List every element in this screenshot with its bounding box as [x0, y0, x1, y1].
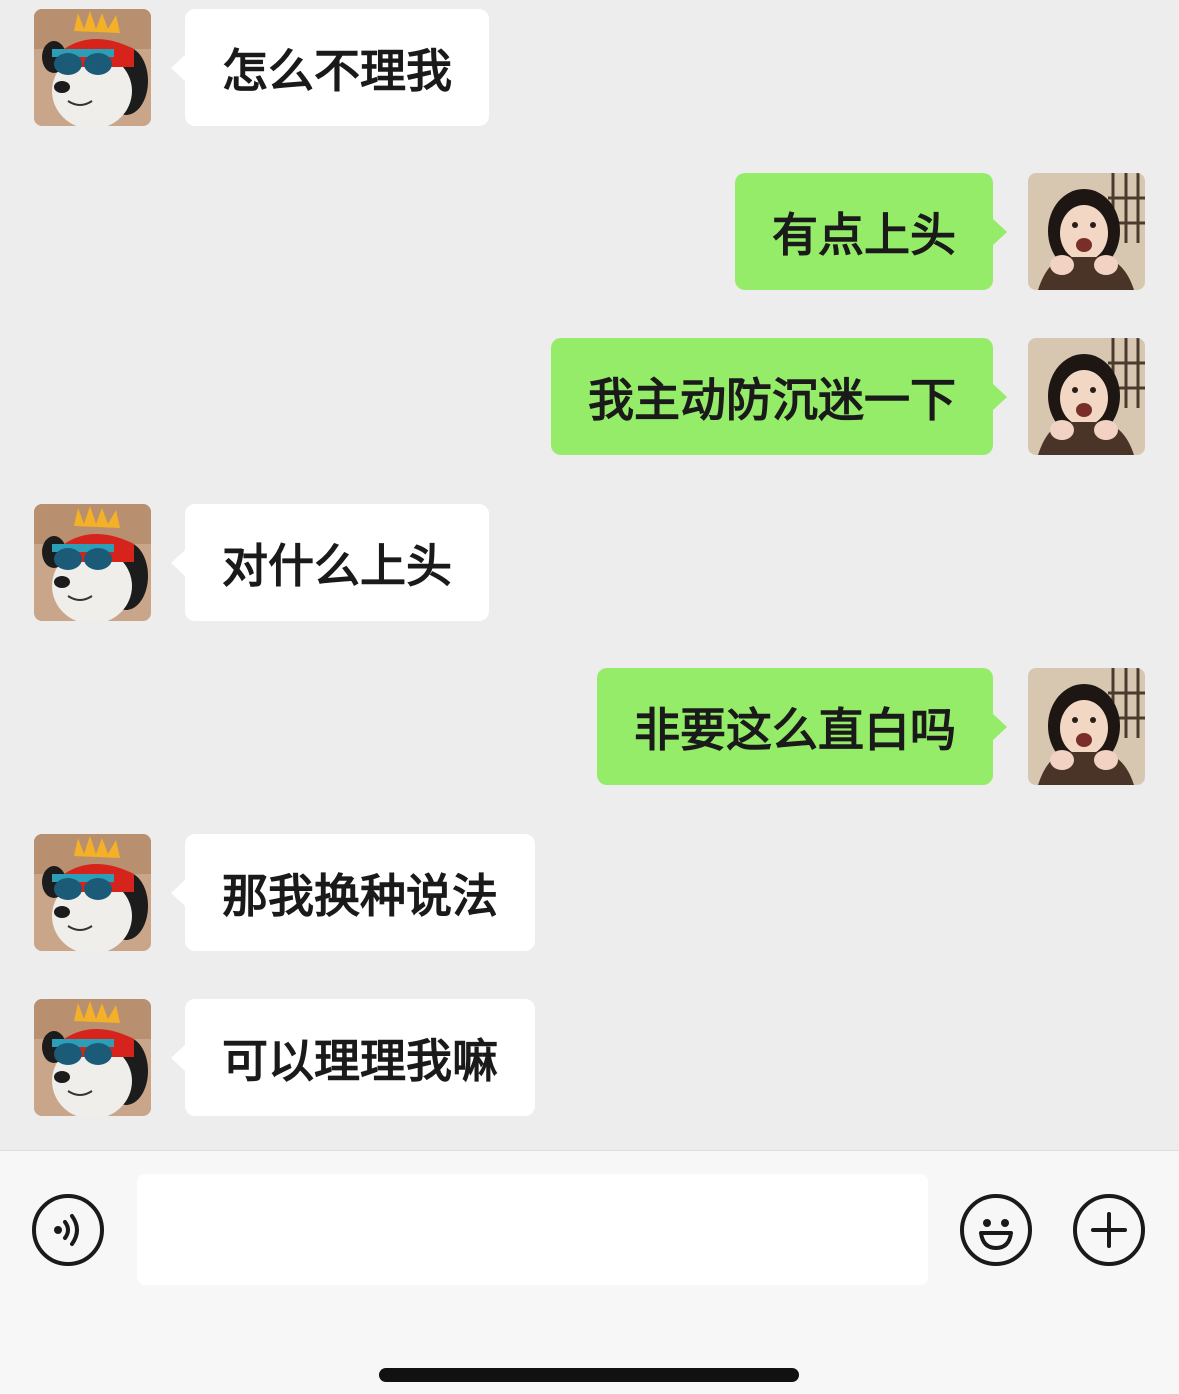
- plus-icon: [1091, 1212, 1127, 1248]
- voice-input-button[interactable]: [32, 1194, 104, 1266]
- message-row: 对什么上头: [0, 504, 1179, 622]
- message-input[interactable]: [137, 1174, 928, 1285]
- dog-avatar-icon: [34, 9, 151, 126]
- self-avatar[interactable]: [1028, 338, 1145, 455]
- girl-avatar-icon: [1028, 668, 1145, 785]
- emoji-icon: [979, 1219, 1013, 1250]
- home-indicator[interactable]: [379, 1368, 799, 1382]
- sent-message-bubble[interactable]: 我主动防沉迷一下: [551, 338, 1007, 455]
- message-row: 怎么不理我: [0, 9, 1179, 127]
- contact-avatar[interactable]: [34, 834, 151, 951]
- contact-avatar[interactable]: [34, 9, 151, 126]
- received-message-bubble[interactable]: 可以理理我嘛: [171, 999, 535, 1116]
- more-options-button[interactable]: [1073, 1194, 1145, 1266]
- dog-avatar-icon: [34, 834, 151, 951]
- received-message-bubble[interactable]: 那我换种说法: [171, 834, 535, 951]
- sent-message-bubble[interactable]: 非要这么直白吗: [597, 668, 1007, 785]
- message-row: 非要这么直白吗: [0, 668, 1179, 786]
- received-message-bubble[interactable]: 对什么上头: [171, 504, 489, 621]
- message-row: 有点上头: [0, 173, 1179, 291]
- girl-avatar-icon: [1028, 173, 1145, 290]
- input-toolbar: [0, 1150, 1179, 1394]
- girl-avatar-icon: [1028, 338, 1145, 455]
- contact-avatar[interactable]: [34, 504, 151, 621]
- emoji-button[interactable]: [960, 1194, 1032, 1266]
- self-avatar[interactable]: [1028, 173, 1145, 290]
- sent-message-bubble[interactable]: 有点上头: [735, 173, 1007, 290]
- contact-avatar[interactable]: [34, 999, 151, 1116]
- chat-messages-area[interactable]: 怎么不理我 有点上头 我主动防沉迷一下 对什么上头 非要这么直白吗 那我换种说法…: [0, 0, 1179, 1150]
- voice-icon: [54, 1214, 79, 1246]
- received-message-bubble[interactable]: 怎么不理我: [171, 9, 489, 126]
- message-row: 可以理理我嘛: [0, 999, 1179, 1117]
- self-avatar[interactable]: [1028, 668, 1145, 785]
- dog-avatar-icon: [34, 504, 151, 621]
- message-row: 我主动防沉迷一下: [0, 338, 1179, 456]
- message-row: 那我换种说法: [0, 834, 1179, 952]
- dog-avatar-icon: [34, 999, 151, 1116]
